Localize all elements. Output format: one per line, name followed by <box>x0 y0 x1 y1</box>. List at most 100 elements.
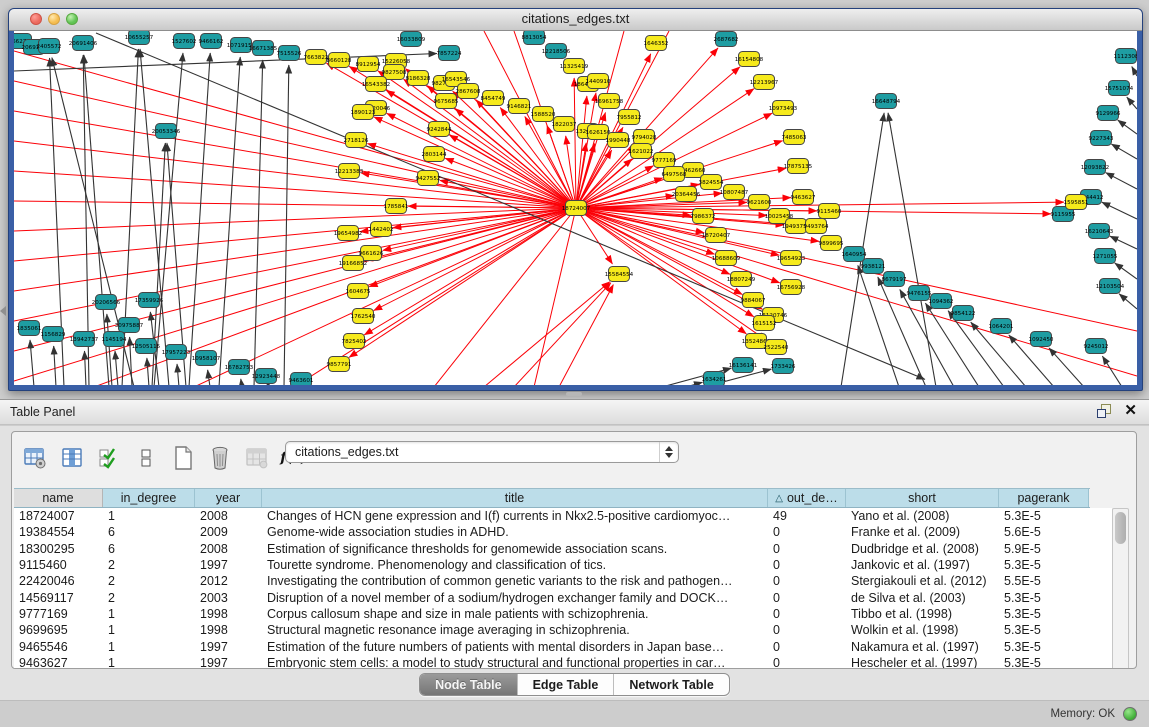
table-cell-out_de[interactable]: 49 <box>768 508 846 524</box>
table-row[interactable]: 911546021997Tourette syndrome. Phenomeno… <box>14 557 1090 573</box>
table-cell-year[interactable]: 1998 <box>195 606 262 622</box>
table-cell-title[interactable]: Changes of HCN gene expression and I(f) … <box>262 508 768 524</box>
network-node[interactable]: 17359926 <box>135 293 164 308</box>
network-node[interactable]: 2718126 <box>344 133 369 148</box>
network-node[interactable]: 9675685 <box>434 94 459 109</box>
network-node[interactable]: 12923448 <box>252 369 281 384</box>
network-node[interactable]: 10807487 <box>720 185 749 200</box>
network-node[interactable]: 19654923 <box>777 251 806 266</box>
column-header-pagerank[interactable]: pagerank <box>999 489 1089 507</box>
network-node[interactable]: 1646352 <box>644 36 669 51</box>
table-scrollbar[interactable] <box>1112 508 1129 669</box>
network-node[interactable]: 12103504 <box>1096 279 1125 294</box>
table-cell-out_de[interactable]: 0 <box>768 541 846 557</box>
table-settings-icon[interactable] <box>22 444 48 472</box>
table-cell-short[interactable]: Franke et al. (2009) <box>846 524 999 540</box>
table-cell-pagerank[interactable]: 5.3E-5 <box>999 638 1089 654</box>
table-cell-year[interactable]: 2008 <box>195 541 262 557</box>
zoom-window-button[interactable] <box>66 13 78 25</box>
table-cell-name[interactable]: 9463627 <box>14 655 103 669</box>
table-cell-in_degree[interactable]: 2 <box>103 557 195 573</box>
network-node[interactable]: 9884067 <box>741 293 766 308</box>
network-node[interactable]: 9899695 <box>819 236 844 251</box>
column-header-short[interactable]: short <box>846 489 999 507</box>
network-node[interactable]: 7857224 <box>437 46 462 61</box>
tab-node-table[interactable]: Node Table <box>420 674 516 695</box>
new-table-icon[interactable] <box>170 444 196 472</box>
network-node[interactable]: 1145194 <box>102 332 127 347</box>
table-cell-pagerank[interactable]: 5.9E-5 <box>999 541 1089 557</box>
network-node[interactable]: 9227343 <box>1089 131 1114 146</box>
table-row[interactable]: 977716911998Corpus callosum shape and si… <box>14 606 1090 622</box>
network-node[interactable]: 16136141 <box>729 358 758 373</box>
close-panel-icon[interactable]: ✕ <box>1124 404 1137 417</box>
table-cell-in_degree[interactable]: 2 <box>103 573 195 589</box>
network-canvas[interactable]: 1662734206914824055722069140610655257152… <box>14 31 1137 385</box>
table-cell-out_de[interactable]: 0 <box>768 655 846 669</box>
table-cell-title[interactable]: Structural magnetic resonance image aver… <box>262 622 768 638</box>
table-cell-name[interactable]: 18300295 <box>14 541 103 557</box>
network-node[interactable]: 20364456 <box>672 187 701 202</box>
network-node[interactable]: 1634261 <box>702 372 727 386</box>
minimize-window-button[interactable] <box>48 13 60 25</box>
table-cell-in_degree[interactable]: 1 <box>103 606 195 622</box>
network-node[interactable]: 1615152 <box>752 316 777 331</box>
citation-network-graph[interactable]: 1662734206914824055722069140610655257152… <box>14 31 1137 385</box>
table-row[interactable]: 946362711997Embryonic stem cells: a mode… <box>14 655 1090 669</box>
network-node[interactable]: 9466162 <box>199 34 224 49</box>
table-cell-year[interactable]: 2008 <box>195 508 262 524</box>
column-header-name[interactable]: name <box>14 489 103 507</box>
network-node[interactable]: 2803144 <box>422 147 447 162</box>
network-node[interactable]: 10958107 <box>192 351 221 366</box>
table-cell-name[interactable]: 14569117 <box>14 589 103 605</box>
network-node[interactable]: 9463601 <box>289 373 314 386</box>
column-header-title[interactable]: title <box>262 489 768 507</box>
network-node[interactable]: 19654982 <box>334 226 362 241</box>
table-cell-in_degree[interactable]: 6 <box>103 524 195 540</box>
network-node[interactable]: 1990448 <box>606 133 631 148</box>
network-node[interactable]: 9777169 <box>652 153 677 168</box>
network-node[interactable]: 18720407 <box>702 228 731 243</box>
network-node[interactable]: 1440910 <box>586 74 611 89</box>
table-row[interactable]: 2242004622012Investigating the contribut… <box>14 573 1090 589</box>
table-cell-year[interactable]: 1998 <box>195 622 262 638</box>
table-cell-title[interactable]: Investigating the contribution of common… <box>262 573 768 589</box>
table-cell-short[interactable]: Nakamura et al. (1997) <box>846 638 999 654</box>
table-cell-short[interactable]: de Silva et al. (2003) <box>846 589 999 605</box>
network-node[interactable]: 13942737 <box>70 332 99 347</box>
table-cell-in_degree[interactable]: 1 <box>103 655 195 669</box>
table-row[interactable]: 1830029562008Estimation of significance … <box>14 541 1090 557</box>
network-node[interactable]: 1092450 <box>1029 332 1054 347</box>
network-node[interactable]: 17957223 <box>162 345 191 360</box>
table-cell-out_de[interactable]: 0 <box>768 622 846 638</box>
network-node[interactable]: 6497568 <box>662 167 687 182</box>
network-node[interactable]: 2687682 <box>714 32 739 47</box>
network-node[interactable]: 19166852 <box>339 256 367 271</box>
table-row[interactable]: 946554611997Estimation of the future num… <box>14 638 1090 654</box>
network-node[interactable]: 16671385 <box>249 41 278 56</box>
network-node[interactable]: 16961758 <box>595 94 624 109</box>
table-cell-name[interactable]: 19384554 <box>14 524 103 540</box>
table-cell-year[interactable]: 2009 <box>195 524 262 540</box>
network-node[interactable]: 20053346 <box>152 124 181 139</box>
table-row[interactable]: 1456911722003Disruption of a novel membe… <box>14 589 1090 605</box>
table-cell-in_degree[interactable]: 2 <box>103 589 195 605</box>
table-cell-pagerank[interactable]: 5.6E-5 <box>999 524 1089 540</box>
network-node[interactable]: 20691406 <box>69 36 98 51</box>
network-node[interactable]: 1588520 <box>531 107 556 122</box>
column-header-out_de[interactable]: △out_de… <box>768 489 846 507</box>
network-node[interactable]: 1064201 <box>989 319 1014 334</box>
network-node[interactable]: 10688609 <box>712 251 741 266</box>
float-panel-icon[interactable] <box>1097 404 1110 417</box>
table-row[interactable]: 1872400712008Changes of HCN gene express… <box>14 508 1090 524</box>
table-cell-in_degree[interactable]: 6 <box>103 541 195 557</box>
table-cell-year[interactable]: 1997 <box>195 638 262 654</box>
table-cell-out_de[interactable]: 0 <box>768 638 846 654</box>
network-node[interactable]: 8912954 <box>356 57 381 72</box>
network-node[interactable]: 7986372 <box>691 209 716 224</box>
network-node[interactable]: 16210643 <box>1085 224 1114 239</box>
table-cell-year[interactable]: 2012 <box>195 573 262 589</box>
table-cell-title[interactable]: Estimation of the future numbers of pati… <box>262 638 768 654</box>
table-cell-pagerank[interactable]: 5.5E-5 <box>999 573 1089 589</box>
table-cell-in_degree[interactable]: 1 <box>103 622 195 638</box>
